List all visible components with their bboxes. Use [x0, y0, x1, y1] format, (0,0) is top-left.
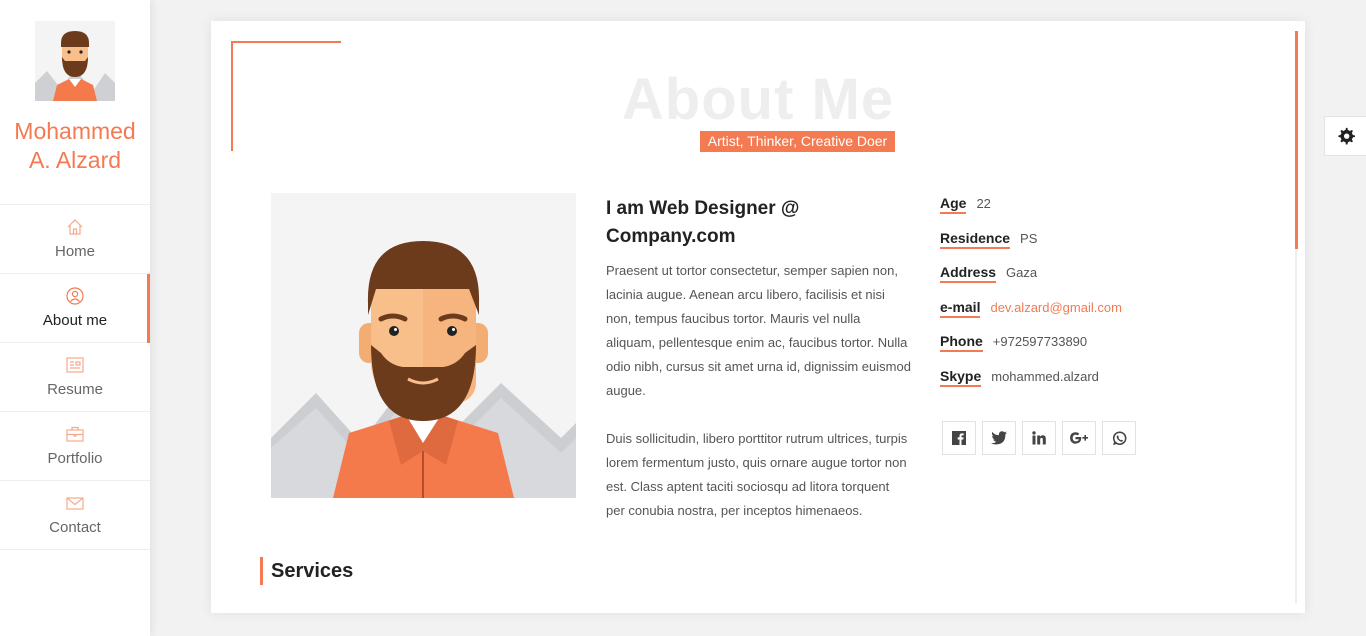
- facebook-link[interactable]: [942, 421, 976, 455]
- info-value: PS: [1020, 230, 1038, 246]
- nav-item-about[interactable]: About me: [0, 274, 150, 343]
- whatsapp-link[interactable]: [1102, 421, 1136, 455]
- tagline-badge: Artist, Thinker, Creative Doer: [700, 131, 895, 152]
- briefcase-icon: [66, 426, 84, 442]
- info-row-email: e-mail dev.alzard@gmail.com: [940, 299, 1260, 334]
- info-value: 22: [976, 196, 991, 211]
- nav-item-contact[interactable]: Contact: [0, 481, 150, 550]
- intro-paragraph: Duis sollicitudin, libero porttitor rutr…: [606, 431, 908, 518]
- nav-item-label: Resume: [47, 381, 103, 398]
- settings-button[interactable]: [1324, 116, 1366, 156]
- nav-item-label: Contact: [49, 519, 101, 536]
- twitter-link[interactable]: [982, 421, 1016, 455]
- gear-icon: [1337, 127, 1355, 145]
- home-icon: [67, 219, 83, 235]
- intro-heading: I am Web Designer @ Company.com: [606, 198, 800, 247]
- whatsapp-icon: [1112, 430, 1126, 445]
- info-label: Phone: [940, 333, 983, 352]
- nav-item-label: Portfolio: [47, 450, 103, 467]
- email-link[interactable]: dev.alzard@gmail.com: [990, 300, 1121, 315]
- info-value: Gaza: [1006, 265, 1038, 280]
- google-plus-link[interactable]: [1062, 421, 1096, 455]
- info-row-address: Address Gaza: [940, 264, 1260, 299]
- info-row-skype: Skype mohammed.alzard: [940, 368, 1260, 403]
- resume-icon: [66, 357, 84, 373]
- sidebar-nav: Home About me Resume Portfolio Contact: [0, 204, 150, 550]
- info-label: e-mail: [940, 299, 981, 318]
- profile-name-line1: Mohammed: [14, 118, 136, 144]
- info-row-age: Age 22: [940, 195, 1260, 230]
- services-heading: Services: [260, 557, 353, 585]
- user-icon: [66, 287, 84, 305]
- linkedin-link[interactable]: [1022, 421, 1056, 455]
- nav-item-label: Home: [54, 243, 95, 260]
- linkedin-icon: [1032, 431, 1046, 445]
- profile-portrait: [271, 193, 576, 498]
- personal-info: Age 22 Residence PS Address Gaza e-mail dev.…: [940, 195, 1260, 402]
- page-title: About Me: [621, 67, 895, 132]
- avatar: [35, 21, 115, 101]
- sidebar: Mohammed A. Alzard Home About me Resume …: [0, 0, 150, 636]
- google-plus-icon: [1070, 432, 1088, 444]
- nav-item-portfolio[interactable]: Portfolio: [0, 412, 150, 481]
- facebook-icon: [952, 431, 966, 445]
- social-links: [942, 421, 1162, 455]
- envelope-icon: [66, 497, 84, 510]
- profile-name-line2: A. Alzard: [28, 147, 122, 173]
- info-label: Age: [940, 195, 967, 214]
- scrollbar-thumb[interactable]: [1295, 31, 1298, 249]
- corner-decoration: [231, 41, 341, 43]
- profile-name: Mohammed A. Alzard: [0, 117, 150, 175]
- info-label: Address: [940, 264, 997, 283]
- nav-item-resume[interactable]: Resume: [0, 343, 150, 412]
- info-label: Residence: [940, 230, 1011, 249]
- info-value: mohammed.alzard: [991, 368, 1099, 384]
- nav-item-label: About me: [42, 312, 108, 329]
- twitter-icon: [991, 431, 1007, 445]
- info-value: +972597733890: [992, 334, 1088, 349]
- info-row-residence: Residence PS: [940, 230, 1260, 265]
- about-card: About Me Artist, Thinker, Creative Doer: [211, 21, 1305, 613]
- nav-item-home[interactable]: Home: [0, 205, 150, 274]
- intro-paragraph: Praesent ut tortor consectetur, semper s…: [606, 263, 911, 398]
- info-row-phone: Phone +972597733890: [940, 333, 1260, 368]
- info-label: Skype: [940, 368, 982, 387]
